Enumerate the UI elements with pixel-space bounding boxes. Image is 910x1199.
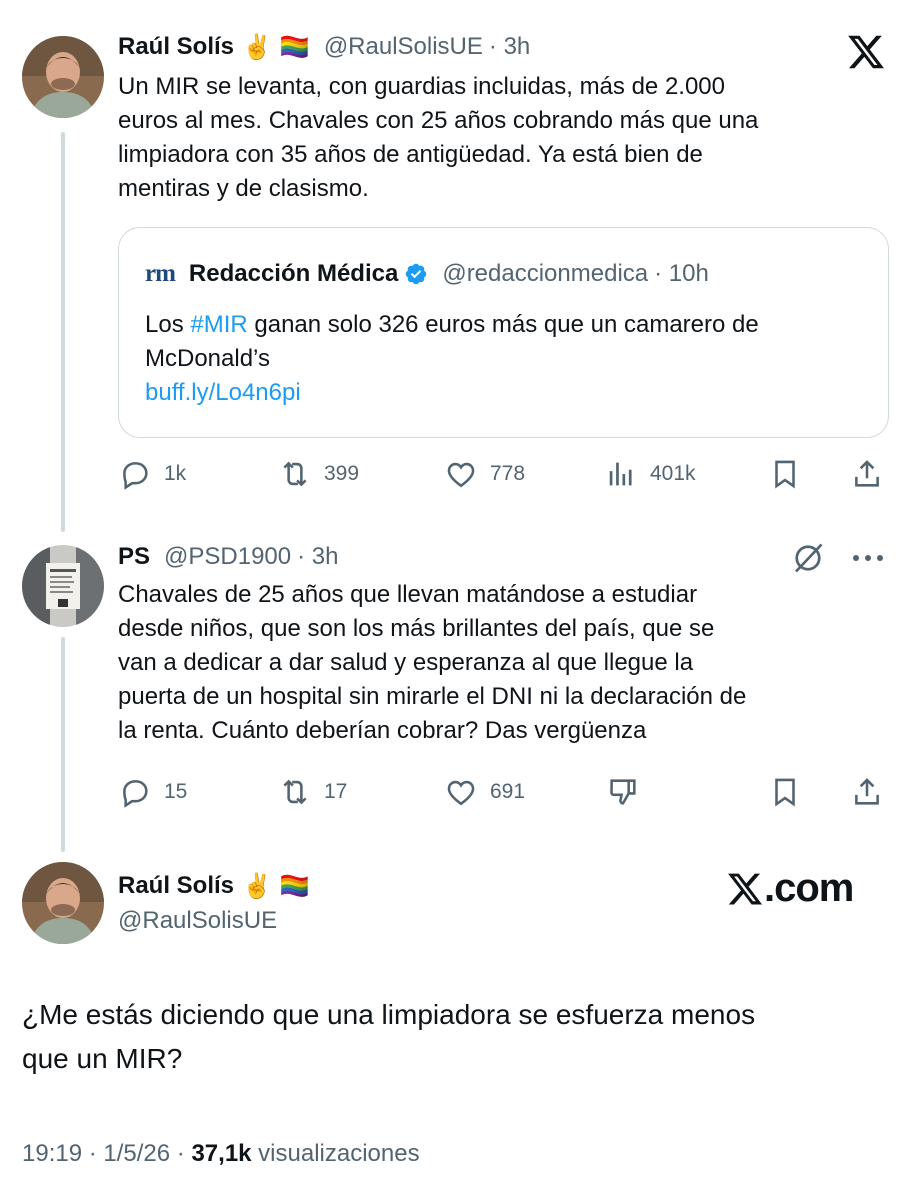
repost-icon (283, 461, 307, 487)
tweet2-header: PS @PSD1900 · 3h (118, 542, 338, 572)
tweet2-line: Chavales de 25 años que llevan matándose… (118, 581, 698, 608)
main-header: Raúl Solís ✌️ 🏳️‍🌈 (118, 870, 310, 902)
quote-header: rm Redacción Médica @redaccionmedica · 1… (145, 258, 709, 290)
quote-url-link[interactable]: buff.ly/Lo4n6pi (145, 376, 759, 410)
tweet2-author-name[interactable]: PS (118, 543, 150, 571)
bookmark-icon (775, 778, 795, 807)
reply-count: 15 (164, 780, 188, 803)
like-count: 778 (490, 462, 526, 485)
tweet2-time[interactable]: · 3h (297, 543, 338, 571)
tweet1-time[interactable]: · 3h (489, 33, 530, 61)
repost-count: 399 (324, 462, 360, 485)
views-button[interactable]: 401k (604, 454, 696, 494)
reply-button[interactable]: 1k (118, 454, 186, 494)
rainbow-flag-emoji: 🏳️‍🌈 (279, 872, 310, 900)
like-button[interactable]: 691 (444, 772, 525, 812)
main-author-handle[interactable]: @RaulSolisUE (118, 907, 277, 935)
reply-icon (123, 780, 148, 808)
mir-hashtag-link[interactable]: #MIR (190, 311, 247, 338)
tweet2-line: desde niños, que son los más brillantes … (118, 615, 715, 642)
quote-author-handle[interactable]: @redaccionmedica (442, 260, 648, 288)
tweet1-header: Raúl Solís ✌️ 🏳️‍🌈 @RaulSolisUE · 3h (118, 32, 530, 62)
rainbow-flag-emoji: 🏳️‍🌈 (279, 33, 310, 61)
like-icon (447, 780, 475, 806)
tweet1-line: mentiras y de clasismo. (118, 175, 369, 202)
quote-line: Los #MIR ganan solo 326 euros más que un… (145, 308, 759, 342)
reply-count: 1k (164, 462, 187, 485)
bookmark-button[interactable] (768, 772, 802, 812)
main-tweet-text: ¿Me estás diciendo que una limpiadora se… (22, 993, 755, 1081)
quote-text: Los #MIR ganan solo 326 euros más que un… (145, 308, 759, 410)
reply-icon (123, 462, 148, 490)
share-icon (855, 460, 879, 487)
tweet1-author-name[interactable]: Raúl Solís (118, 33, 234, 61)
main-footer: 19:19 · 1/5/26 · 37,1k visualizaciones (22, 1140, 420, 1168)
share-icon (855, 778, 879, 805)
grok-icon[interactable] (790, 540, 826, 576)
thread-line-lower (61, 637, 65, 852)
x-com-suffix: .com (764, 866, 854, 910)
tweet2-line: puerta de un hospital sin mirarle el DNI… (118, 683, 747, 710)
views-label: visualizaciones (251, 1140, 420, 1167)
like-button[interactable]: 778 (444, 454, 525, 494)
bookmark-icon (775, 460, 795, 489)
dislike-button[interactable] (606, 772, 640, 812)
x-logo-icon[interactable] (846, 32, 886, 72)
tweet1-line: Un MIR se levanta, con guardias incluida… (118, 73, 725, 100)
more-icon[interactable] (850, 548, 886, 568)
quote-author-name[interactable]: Redacción Médica (189, 260, 398, 288)
avatar-ps[interactable] (22, 545, 104, 627)
views-count: 401k (650, 462, 696, 485)
main-author-name[interactable]: Raúl Solís (118, 872, 234, 900)
tweet1-text: Un MIR se levanta, con guardias incluida… (118, 70, 758, 206)
tweet2-line: la renta. Cuánto deberían cobrar? Das ve… (118, 717, 647, 744)
views-icon (609, 462, 632, 486)
dislike-icon (610, 779, 636, 805)
repost-count: 17 (324, 780, 348, 803)
tweet1-line: limpiadora con 35 años de antigüedad. Ya… (118, 141, 703, 168)
tweet2-actions: 15 17 691 (118, 772, 888, 812)
x-com-brand: .com (726, 866, 854, 911)
tweet1-author-handle[interactable]: @RaulSolisUE (324, 33, 483, 61)
x-logo-icon (728, 873, 763, 904)
repost-button[interactable]: 17 (278, 772, 347, 812)
tweet2-line: van a dedicar a dar salud y esperanza al… (118, 649, 694, 676)
like-count: 691 (490, 780, 526, 803)
quoted-tweet[interactable]: rm Redacción Médica @redaccionmedica · 1… (118, 227, 889, 438)
main-line: ¿Me estás diciendo que una limpiadora se… (22, 999, 756, 1030)
tweet2-text: Chavales de 25 años que llevan matándose… (118, 578, 746, 748)
bookmark-button[interactable] (768, 454, 802, 494)
tweet1-actions: 1k 399 778 401k (118, 454, 888, 494)
victory-hand-emoji: ✌️ (242, 872, 272, 900)
main-handle-row: @RaulSolisUE (118, 905, 277, 937)
thread-line-upper (61, 132, 65, 532)
quote-time[interactable]: · 10h (654, 260, 709, 288)
reply-button[interactable]: 15 (118, 772, 187, 812)
avatar-raul-solis[interactable] (22, 862, 104, 944)
victory-hand-emoji: ✌️ (242, 33, 272, 61)
verified-badge-icon (406, 263, 427, 285)
redaccion-medica-logo: rm (145, 260, 176, 287)
timestamp[interactable]: 19:19 · 1/5/26 · (22, 1140, 191, 1167)
quote-line-post: ganan solo 326 euros más que un camarero… (247, 311, 759, 338)
like-icon (447, 462, 475, 488)
avatar-raul-solis[interactable] (22, 36, 104, 118)
views-total: 37,1k (191, 1140, 252, 1167)
repost-button[interactable]: 399 (278, 454, 359, 494)
tweet2-author-handle[interactable]: @PSD1900 (164, 543, 291, 571)
quote-line: McDonald’s (145, 345, 270, 372)
share-button[interactable] (850, 772, 884, 812)
share-button[interactable] (850, 454, 884, 494)
tweet1-line: euros al mes. Chavales con 25 años cobra… (118, 107, 759, 134)
main-line: que un MIR? (22, 1043, 183, 1074)
repost-icon (283, 779, 307, 805)
quote-line-pre: Los (145, 311, 191, 338)
